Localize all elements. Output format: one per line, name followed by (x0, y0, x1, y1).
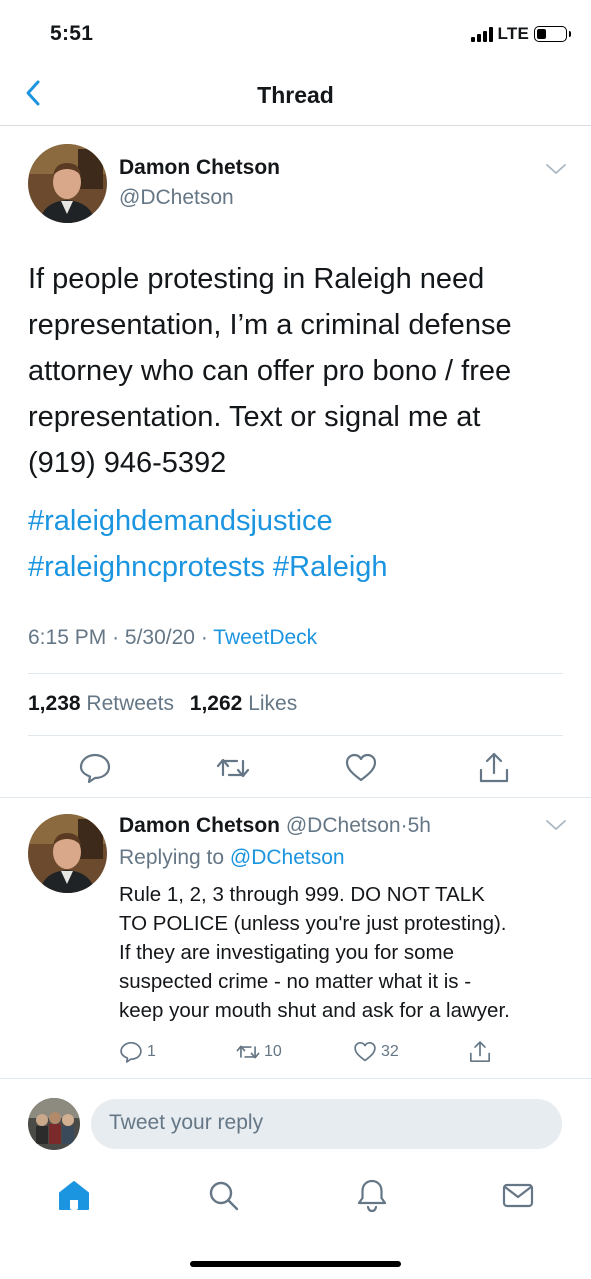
avatar-photo (28, 1098, 80, 1150)
signal-strength-icon (470, 26, 493, 42)
reply-icon[interactable] (78, 751, 112, 785)
reply-text-line: keep your mouth shut and ask for a lawye… (119, 999, 510, 1022)
reply-author-name[interactable]: Damon Chetson (119, 814, 280, 837)
tweet-text-line: representation, I’m a criminal defense (28, 309, 512, 341)
likes-count[interactable]: 1,262 (190, 692, 243, 715)
reply-like-button[interactable]: 32 (353, 1040, 399, 1064)
share-icon[interactable] (477, 751, 511, 785)
tweet-date: 5/30/20 (124, 626, 195, 649)
retweets-count[interactable]: 1,238 (28, 692, 81, 715)
like-count: 32 (381, 1043, 399, 1060)
chevron-down-icon[interactable] (545, 162, 567, 176)
messages-icon[interactable] (499, 1176, 537, 1214)
chevron-down-icon[interactable] (545, 818, 567, 832)
replying-to-handle[interactable]: @DChetson (230, 846, 345, 869)
reply-age: 5h (407, 814, 431, 837)
tweet-text: If people protesting in Raleigh need rep… (28, 256, 573, 590)
tweet-source-link[interactable]: TweetDeck (213, 626, 317, 649)
search-icon[interactable] (204, 1176, 242, 1214)
tweet-text-line: attorney who can offer pro bono / free (28, 355, 512, 387)
current-user-avatar[interactable] (28, 1098, 80, 1150)
reply-text: Rule 1, 2, 3 through 999. DO NOT TALK TO… (119, 880, 569, 1025)
network-type: LTE (497, 24, 529, 43)
reply-text-line: If they are investigating you for some (119, 941, 455, 964)
replying-to: Replying to @DChetson (119, 846, 345, 870)
reply-reply-button[interactable]: 1 (119, 1040, 156, 1064)
tweet-time: 6:15 PM (28, 626, 107, 649)
reply-text-line: Rule 1, 2, 3 through 999. DO NOT TALK (119, 883, 485, 906)
divider (28, 673, 563, 674)
hashtag-link[interactable]: #raleighncprotests (28, 551, 265, 583)
retweet-count: 10 (264, 1043, 282, 1060)
hashtag-link[interactable]: #raleighdemandsjustice (28, 505, 333, 537)
meta-separator: · (112, 626, 120, 649)
author-handle[interactable]: @DChetson (119, 186, 234, 210)
status-indicators: LTE (470, 24, 571, 44)
author-name[interactable]: Damon Chetson (119, 156, 280, 180)
status-time: 5:51 (50, 22, 94, 45)
tweet-text-line: If people protesting in Raleigh need (28, 263, 485, 295)
nav-bar: Thread (0, 62, 591, 126)
divider (28, 735, 563, 736)
meta-separator: · (400, 814, 408, 837)
avatar-photo (28, 144, 107, 223)
retweet-icon[interactable] (216, 751, 250, 785)
reply-input[interactable]: Tweet your reply (91, 1099, 562, 1149)
divider (0, 797, 591, 798)
home-indicator[interactable] (190, 1261, 401, 1267)
avatar-photo (28, 814, 107, 893)
reply-count: 1 (147, 1043, 156, 1060)
status-bar: 5:51 LTE (0, 0, 591, 62)
like-icon (354, 1041, 376, 1062)
reply-share-button[interactable] (468, 1040, 492, 1064)
reply-retweet-button[interactable]: 10 (236, 1040, 282, 1064)
likes-label[interactable]: Likes (248, 692, 297, 715)
reply-text-line: suspected crime - no matter what it is - (119, 970, 472, 993)
battery-level (537, 29, 547, 39)
tweet-text-line: (919) 946-5392 (28, 447, 227, 479)
share-icon (469, 1041, 491, 1063)
reply-author-handle[interactable]: @DChetson (286, 814, 401, 837)
reply-author-avatar[interactable] (28, 814, 107, 893)
meta-separator: · (200, 626, 208, 649)
reply-icon (120, 1041, 142, 1063)
hashtag-link[interactable]: #Raleigh (273, 551, 387, 583)
divider (0, 1078, 591, 1079)
notifications-icon[interactable] (353, 1176, 391, 1214)
page-title: Thread (257, 82, 334, 108)
retweet-icon (236, 1045, 260, 1059)
reply-text-line: TO POLICE (unless you're just protesting… (119, 912, 507, 935)
retweets-label[interactable]: Retweets (86, 692, 174, 715)
tweet-stats: 1,238 Retweets 1,262 Likes (28, 692, 307, 716)
tweet-text-line: representation. Text or signal me at (28, 401, 481, 433)
home-icon[interactable] (55, 1176, 93, 1214)
reply-header: Damon Chetson @DChetson·5h (119, 814, 431, 838)
author-avatar[interactable] (28, 144, 107, 223)
tweet-meta: 6:15 PM · 5/30/20 · TweetDeck (28, 626, 317, 650)
battery-icon (534, 26, 571, 42)
replying-to-label: Replying to (119, 846, 225, 869)
like-icon[interactable] (344, 751, 378, 785)
